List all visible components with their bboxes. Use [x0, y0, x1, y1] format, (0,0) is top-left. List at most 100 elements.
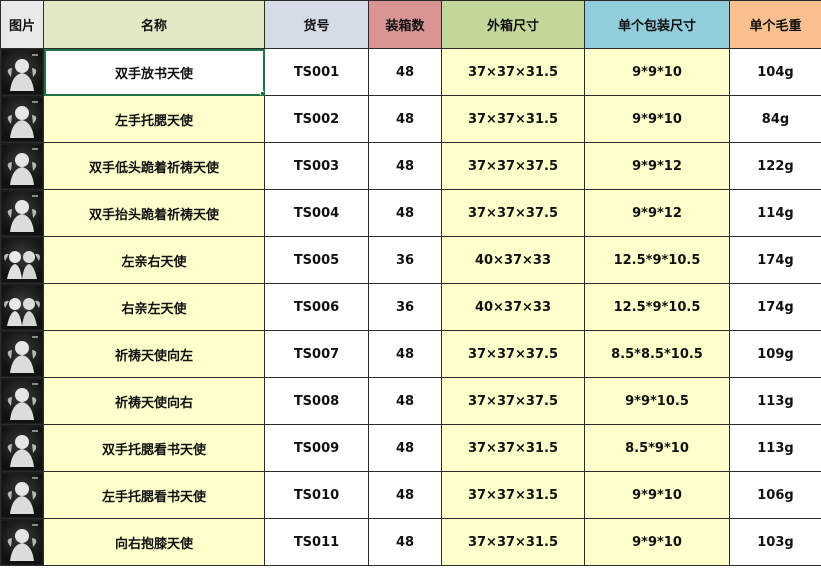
thumbnail-cell[interactable]	[0, 471, 44, 519]
name-cell[interactable]: 左手托腮天使	[43, 95, 265, 143]
weight-cell[interactable]: 109g	[729, 330, 821, 378]
qty-cell[interactable]: 48	[368, 377, 442, 425]
qty-cell[interactable]: 48	[368, 189, 442, 237]
name-cell[interactable]: 双手低头跪着祈祷天使	[43, 142, 265, 190]
name-cell[interactable]: 双手抬头跪着祈祷天使	[43, 189, 265, 237]
thumbnail-cell[interactable]	[0, 518, 44, 566]
outer-size-cell[interactable]: 37×37×31.5	[441, 48, 585, 96]
outer-size-cell[interactable]: 40×37×33	[441, 283, 585, 331]
thumbnail-cell[interactable]	[0, 142, 44, 190]
thumbnail-cell[interactable]	[0, 330, 44, 378]
code-cell[interactable]: TS008	[264, 377, 369, 425]
name-cell[interactable]: 向右抱膝天使	[43, 518, 265, 566]
header-outer-size[interactable]: 外箱尺寸	[441, 0, 585, 49]
pack-size-cell[interactable]: 8.5*9*10	[584, 424, 730, 472]
qty-cell[interactable]: 48	[368, 471, 442, 519]
table-row: 双手放书天使 TS001 48 37×37×31.5 9*9*10 104g	[0, 48, 821, 96]
thumbnail-cell[interactable]	[0, 377, 44, 425]
product-name: 向右抱膝天使	[114, 536, 193, 552]
table-row: 左手托腮天使 TS002 48 37×37×31.5 9*9*10 84g	[0, 95, 821, 143]
code-cell[interactable]: TS003	[264, 142, 369, 190]
header-pack-size[interactable]: 单个包装尺寸	[584, 0, 730, 49]
code-cell[interactable]: TS002	[264, 95, 369, 143]
weight-cell[interactable]: 113g	[729, 377, 821, 425]
fill-handle[interactable]	[260, 91, 264, 95]
qty-cell[interactable]: 48	[368, 95, 442, 143]
pack-size-cell[interactable]: 9*9*12	[584, 189, 730, 237]
outer-size-cell[interactable]: 37×37×37.5	[441, 189, 585, 237]
thumbnail-cell[interactable]	[0, 236, 44, 284]
weight-cell[interactable]: 174g	[729, 283, 821, 331]
thumbnail-cell[interactable]	[0, 95, 44, 143]
weight-cell[interactable]: 103g	[729, 518, 821, 566]
outer-size-cell[interactable]: 37×37×31.5	[441, 518, 585, 566]
code-cell[interactable]: TS004	[264, 189, 369, 237]
thumbnail-cell[interactable]	[0, 48, 44, 96]
header-weight[interactable]: 单个毛重	[729, 0, 821, 49]
name-cell[interactable]: 祈祷天使向左	[43, 330, 265, 378]
product-name: 双手低头跪着祈祷天使	[88, 160, 219, 176]
pack-size-cell[interactable]: 9*9*10	[584, 471, 730, 519]
name-cell[interactable]: 祈祷天使向右	[43, 377, 265, 425]
name-cell[interactable]: 双手放书天使	[43, 48, 265, 96]
angel-figurine-icon	[2, 426, 42, 470]
pack-size-cell[interactable]: 9*9*10	[584, 48, 730, 96]
outer-size-cell[interactable]: 37×37×31.5	[441, 95, 585, 143]
product-spreadsheet: 图片 名称 货号 装箱数 外箱尺寸 单个包装尺寸 单个毛重 双手放书天使 TS00…	[0, 0, 821, 566]
pack-size-cell[interactable]: 8.5*8.5*10.5	[584, 330, 730, 378]
header-qty[interactable]: 装箱数	[368, 0, 442, 49]
qty-cell[interactable]: 48	[368, 424, 442, 472]
outer-size-cell[interactable]: 37×37×31.5	[441, 424, 585, 472]
outer-size-cell[interactable]: 37×37×37.5	[441, 330, 585, 378]
weight-cell[interactable]: 122g	[729, 142, 821, 190]
qty-cell[interactable]: 36	[368, 236, 442, 284]
weight-cell[interactable]: 104g	[729, 48, 821, 96]
pack-size-cell[interactable]: 12.5*9*10.5	[584, 236, 730, 284]
code-cell[interactable]: TS011	[264, 518, 369, 566]
header-name[interactable]: 名称	[43, 0, 265, 49]
header-picture[interactable]: 图片	[0, 0, 44, 49]
angel-figurine-icon	[2, 473, 42, 517]
code-cell[interactable]: TS009	[264, 424, 369, 472]
qty-cell[interactable]: 48	[368, 142, 442, 190]
weight-cell[interactable]: 114g	[729, 189, 821, 237]
outer-size-cell[interactable]: 37×37×37.5	[441, 377, 585, 425]
outer-size-cell[interactable]: 37×37×31.5	[441, 471, 585, 519]
pack-size-cell[interactable]: 9*9*10	[584, 518, 730, 566]
name-cell[interactable]: 双手托腮看书天使	[43, 424, 265, 472]
pack-size-cell[interactable]: 9*9*10	[584, 95, 730, 143]
outer-size-cell[interactable]: 40×37×33	[441, 236, 585, 284]
product-name: 右亲左天使	[121, 301, 187, 317]
thumbnail-cell[interactable]	[0, 189, 44, 237]
outer-size-cell[interactable]: 37×37×37.5	[441, 142, 585, 190]
product-name: 左手托腮天使	[114, 113, 193, 129]
table-row: 祈祷天使向右 TS008 48 37×37×37.5 9*9*10.5 113g	[0, 377, 821, 425]
name-cell[interactable]: 右亲左天使	[43, 283, 265, 331]
qty-cell[interactable]: 48	[368, 48, 442, 96]
code-cell[interactable]: TS001	[264, 48, 369, 96]
angel-pair-icon	[2, 238, 42, 282]
qty-cell[interactable]: 36	[368, 283, 442, 331]
angel-figurine-icon	[2, 144, 42, 188]
code-cell[interactable]: TS010	[264, 471, 369, 519]
name-cell[interactable]: 左亲右天使	[43, 236, 265, 284]
thumbnail-cell[interactable]	[0, 424, 44, 472]
table-row: 右亲左天使 TS006 36 40×37×33 12.5*9*10.5 174g	[0, 283, 821, 331]
pack-size-cell[interactable]: 12.5*9*10.5	[584, 283, 730, 331]
qty-cell[interactable]: 48	[368, 518, 442, 566]
pack-size-cell[interactable]: 9*9*12	[584, 142, 730, 190]
pack-size-cell[interactable]: 9*9*10.5	[584, 377, 730, 425]
weight-cell[interactable]: 174g	[729, 236, 821, 284]
thumbnail-cell[interactable]	[0, 283, 44, 331]
weight-cell[interactable]: 113g	[729, 424, 821, 472]
code-cell[interactable]: TS006	[264, 283, 369, 331]
code-cell[interactable]: TS005	[264, 236, 369, 284]
name-cell[interactable]: 左手托腮看书天使	[43, 471, 265, 519]
qty-cell[interactable]: 48	[368, 330, 442, 378]
code-cell[interactable]: TS007	[264, 330, 369, 378]
angel-figurine-icon	[2, 379, 42, 423]
angel-figurine-icon	[2, 191, 42, 235]
weight-cell[interactable]: 106g	[729, 471, 821, 519]
header-code[interactable]: 货号	[264, 0, 369, 49]
weight-cell[interactable]: 84g	[729, 95, 821, 143]
